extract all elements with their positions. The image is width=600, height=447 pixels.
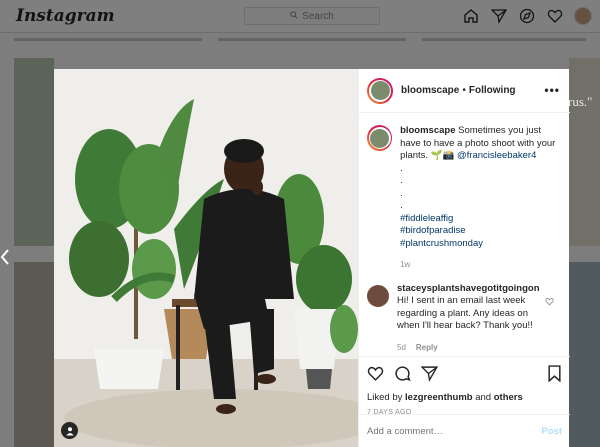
caption-dot: . (400, 187, 403, 199)
action-icons (367, 365, 562, 387)
story-ring-avatar[interactable] (367, 77, 393, 104)
hashtag-link[interactable]: #plantcrushmonday (400, 238, 562, 251)
add-comment-bar: Post (359, 414, 570, 447)
share-send-icon[interactable] (420, 365, 439, 387)
caption: bloomscape Sometimes you just have to ha… (367, 125, 562, 272)
caption-dot: . (400, 200, 403, 211)
comment-age[interactable]: 5d (397, 343, 406, 352)
header-separator: • (462, 85, 466, 96)
liked-by-user[interactable]: lezgreenthumb (405, 392, 473, 403)
post-header: bloomscape • Following ••• (359, 69, 570, 113)
caption-dot: . (400, 162, 403, 174)
more-options-icon[interactable]: ••• (544, 83, 560, 97)
post-comment-button[interactable]: Post (541, 426, 562, 437)
comments-section: bloomscape Sometimes you just have to ha… (359, 117, 570, 354)
likes-joiner: and (475, 392, 492, 403)
tagged-user-icon[interactable] (61, 422, 78, 439)
caption-avatar-image (370, 128, 390, 148)
hashtag-link[interactable]: #fiddleleaffig (400, 213, 562, 226)
hashtag-link[interactable]: #birdofparadise (400, 225, 562, 238)
post-modal: bloomscape • Following ••• bloomscape So… (54, 69, 570, 447)
author-avatar (370, 81, 390, 100)
reply-button[interactable]: Reply (416, 343, 438, 352)
comment-text: Hi! I sent in an email last week regardi… (397, 295, 533, 331)
comment: staceysplantshavegotitgoingon Hi! I sent… (367, 283, 562, 355)
comment-like-heart-icon[interactable] (545, 297, 554, 308)
commenter-username[interactable]: staceysplantshavegotitgoingon (397, 283, 540, 294)
post-image (54, 69, 358, 447)
previous-post-arrow[interactable] (0, 248, 10, 271)
likes-summary: Liked by lezgreenthumb and others (367, 392, 562, 403)
caption-mention[interactable]: @francisleebaker4 (457, 150, 536, 161)
comment-meta: 5d Reply (397, 342, 547, 355)
caption-avatar[interactable] (367, 125, 393, 151)
caption-age[interactable]: 1w (400, 259, 562, 272)
comment-bubble-icon[interactable] (394, 365, 411, 387)
author-username[interactable]: bloomscape (401, 85, 459, 96)
background-edge-text: rus." (568, 94, 593, 109)
chevron-left-icon (0, 249, 9, 265)
following-button[interactable]: Following (469, 85, 516, 96)
caption-body: bloomscape Sometimes you just have to ha… (400, 125, 562, 272)
post-photo[interactable] (54, 69, 358, 447)
like-heart-icon[interactable] (367, 365, 384, 387)
liked-by-others[interactable]: others (494, 392, 523, 403)
caption-dot: . (400, 175, 403, 186)
add-comment-input[interactable] (367, 425, 542, 437)
post-actions: Liked by lezgreenthumb and others 7 DAYS… (359, 356, 570, 416)
commenter-avatar[interactable] (367, 284, 389, 307)
bookmark-save-icon[interactable] (547, 365, 562, 387)
caption-username[interactable]: bloomscape (400, 125, 455, 136)
comment-body: staceysplantshavegotitgoingon Hi! I sent… (397, 283, 547, 355)
likes-prefix: Liked by (367, 392, 403, 403)
post-sidebar: bloomscape • Following ••• bloomscape So… (358, 69, 570, 447)
